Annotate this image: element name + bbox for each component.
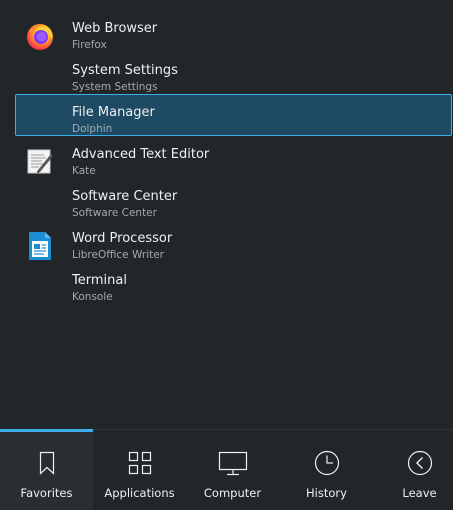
favorite-item-file-manager[interactable]: File Manager Dolphin [15, 94, 452, 136]
favorite-item-word-processor[interactable]: Word Processor LibreOffice Writer [15, 220, 452, 262]
launcher-tab-bar: Favorites Applications Computer History … [0, 429, 453, 510]
favorite-name: Web Browser [72, 21, 158, 36]
tab-applications[interactable]: Applications [93, 430, 186, 510]
monitor-icon [186, 449, 279, 477]
favorite-item-system-settings[interactable]: System Settings System Settings [15, 52, 452, 94]
favorite-name: System Settings [72, 63, 178, 78]
favorite-name: Software Center [72, 189, 178, 204]
favorite-subtitle: Dolphin [72, 123, 113, 135]
grid-icon [93, 449, 186, 477]
favorite-name: Word Processor [72, 231, 173, 246]
application-launcher: Web Browser Firefox System Settings Syst… [0, 0, 453, 510]
favorite-subtitle: Kate [72, 165, 96, 177]
favorite-item-web-browser[interactable]: Web Browser Firefox [15, 10, 452, 52]
firefox-icon [24, 20, 56, 52]
favorite-subtitle: Software Center [72, 207, 157, 219]
tab-computer[interactable]: Computer [186, 430, 279, 510]
favorites-list: Web Browser Firefox System Settings Syst… [15, 10, 452, 304]
tab-favorites[interactable]: Favorites [0, 429, 93, 510]
favorite-subtitle: Konsole [72, 291, 113, 303]
favorite-item-advanced-text-editor[interactable]: Advanced Text Editor Kate [15, 136, 452, 178]
tab-label: History [306, 486, 347, 500]
favorite-item-software-center[interactable]: Software Center Software Center [15, 178, 452, 220]
favorite-name: Terminal [72, 273, 127, 288]
tab-leave[interactable]: Leave [373, 430, 453, 510]
back-arrow-icon [373, 449, 453, 477]
kate-icon [24, 146, 56, 178]
favorite-subtitle: System Settings [72, 81, 158, 93]
favorite-subtitle: Firefox [72, 39, 107, 51]
favorite-name: Advanced Text Editor [72, 147, 210, 162]
tab-label: Applications [104, 486, 175, 500]
favorite-item-terminal[interactable]: Terminal Konsole [15, 262, 452, 304]
bookmark-icon [0, 449, 93, 477]
libreoffice-writer-icon [24, 230, 56, 262]
favorite-name: File Manager [72, 105, 155, 120]
tab-label: Computer [203, 486, 262, 500]
clock-icon [280, 449, 373, 477]
tab-label: Favorites [20, 486, 73, 500]
tab-history[interactable]: History [280, 430, 373, 510]
favorite-subtitle: LibreOffice Writer [72, 249, 165, 261]
tab-label: Leave [402, 486, 437, 500]
